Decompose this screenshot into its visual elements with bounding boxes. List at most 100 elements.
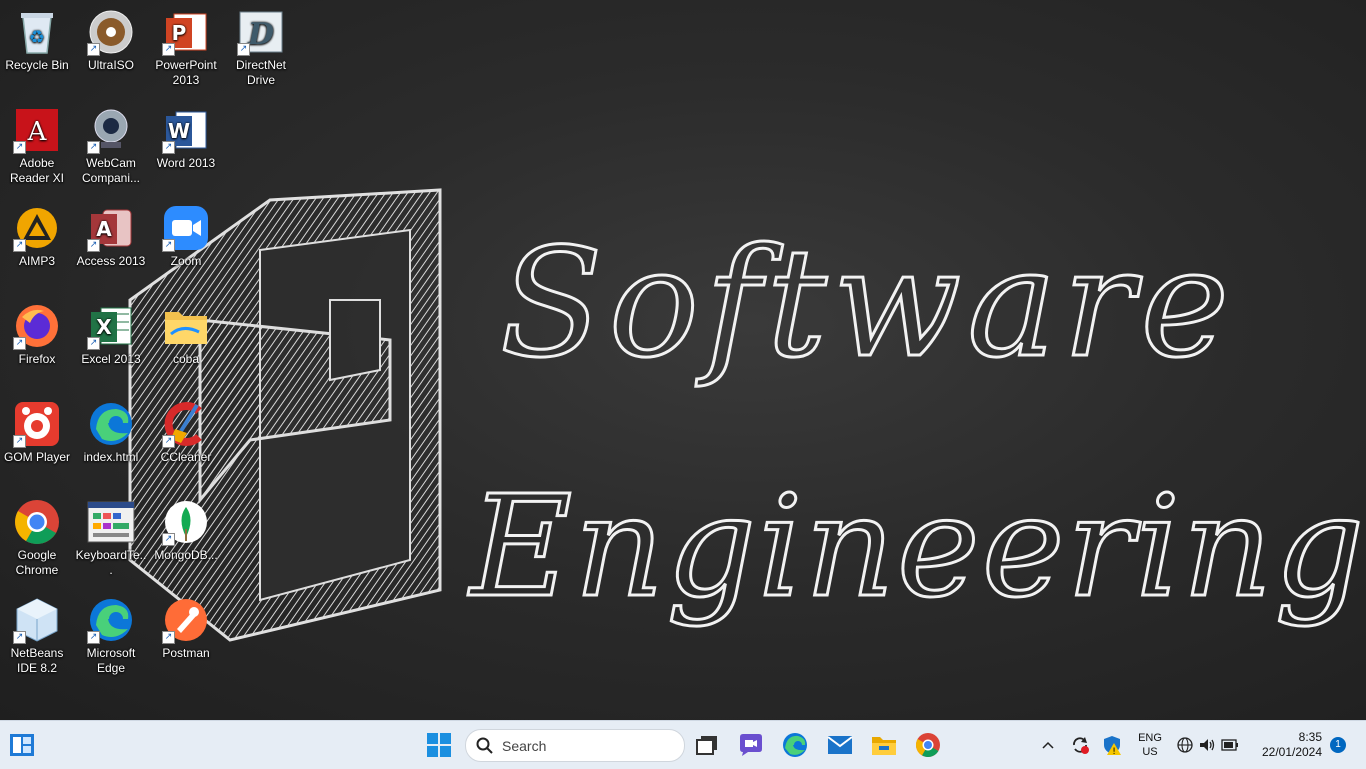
shortcut-arrow-icon: ↗ <box>162 435 175 448</box>
clock-time: 8:35 <box>1298 730 1322 744</box>
task-view-button[interactable] <box>691 729 723 761</box>
shortcut-arrow-icon: ↗ <box>13 337 26 350</box>
clock-date: 22/01/2024 <box>1261 745 1323 759</box>
quick-settings-button[interactable] <box>1176 721 1240 769</box>
chevron-up-icon <box>1042 741 1054 749</box>
svg-text:!: ! <box>1112 747 1116 755</box>
tray-security-button[interactable]: ! <box>1100 721 1124 769</box>
desktop-icon-mongodb[interactable]: ↗ MongoDB... <box>149 490 223 586</box>
svg-text:X: X <box>96 315 112 339</box>
desktop-icon-recycle-bin[interactable]: ♻ Recycle Bin <box>0 0 74 96</box>
shortcut-arrow-icon: ↗ <box>162 141 175 154</box>
taskbar-search[interactable] <box>465 729 685 762</box>
desktop-icon-directnet-drive[interactable]: D ↗ DirectNet Drive <box>224 0 298 96</box>
mongodb-icon: ↗ <box>162 498 210 546</box>
show-hidden-icons-button[interactable] <box>1036 721 1060 769</box>
excel-icon: X ↗ <box>87 302 135 350</box>
taskbar-chrome-button[interactable] <box>912 729 944 761</box>
shortcut-arrow-icon: ↗ <box>13 239 26 252</box>
start-button[interactable] <box>423 729 455 761</box>
widgets-icon <box>10 734 34 756</box>
webcam-icon: ↗ <box>87 106 135 154</box>
windows-logo-icon <box>427 733 451 757</box>
taskbar-chat-button[interactable] <box>735 729 767 761</box>
aimp-icon: ↗ <box>13 204 61 252</box>
sync-icon <box>1073 737 1089 754</box>
desktop-icon-postman[interactable]: ↗ Postman <box>149 588 223 684</box>
desktop-icon-adobe-reader[interactable]: A ↗ Adobe Reader XI <box>0 98 74 194</box>
wallpaper-title-line2: Engineering <box>467 466 1366 629</box>
recycle-bin-icon: ♻ <box>13 8 61 56</box>
postman-icon: ↗ <box>162 596 210 644</box>
keyboard-test-icon <box>87 498 135 546</box>
access-icon: A ↗ <box>87 204 135 252</box>
teams-chat-icon <box>740 734 762 756</box>
desktop-icon-word[interactable]: W ↗ Word 2013 <box>149 98 223 194</box>
notification-center-button[interactable]: 1 <box>1330 721 1346 769</box>
shortcut-arrow-icon: ↗ <box>162 631 175 644</box>
folder-icon <box>872 737 896 755</box>
shortcut-arrow-icon: ↗ <box>87 43 100 56</box>
taskbar-mail-button[interactable] <box>824 729 856 761</box>
desktop-icon-netbeans[interactable]: ↗ NetBeans IDE 8.2 <box>0 588 74 684</box>
svg-text:P: P <box>172 21 187 45</box>
battery-icon <box>1221 739 1238 751</box>
taskbar-file-explorer-button[interactable] <box>868 729 900 761</box>
svg-text:♻: ♻ <box>29 27 45 48</box>
shortcut-arrow-icon: ↗ <box>87 631 100 644</box>
network-globe-icon <box>1177 737 1193 753</box>
desktop-icon-gom-player[interactable]: ↗ GOM Player <box>0 392 74 488</box>
shield-icon: ! <box>1104 736 1121 755</box>
wallpaper-title-line1: Software <box>500 217 1235 391</box>
desktop-icon-excel[interactable]: X ↗ Excel 2013 <box>74 294 148 390</box>
svg-text:A: A <box>96 217 112 241</box>
chrome-icon <box>13 498 61 546</box>
notification-badge: 1 <box>1330 737 1346 753</box>
desktop-icon-google-chrome[interactable]: Google Chrome <box>0 490 74 586</box>
desktop-icon-zoom[interactable]: ↗ Zoom <box>149 196 223 292</box>
desktop-icon-powerpoint[interactable]: P ↗ PowerPoint 2013 <box>149 0 223 96</box>
widgets-button[interactable] <box>6 729 38 761</box>
desktop-icon-ccleaner[interactable]: ↗ CCleaner <box>149 392 223 488</box>
desktop-icon-ultraiso[interactable]: ↗ UltraISO <box>74 0 148 96</box>
desktop-icon-access[interactable]: A ↗ Access 2013 <box>74 196 148 292</box>
edge-icon <box>783 733 807 757</box>
taskbar-edge-button[interactable] <box>779 729 811 761</box>
shortcut-arrow-icon: ↗ <box>162 533 175 546</box>
search-input[interactable] <box>500 736 674 755</box>
shortcut-arrow-icon: ↗ <box>162 43 175 56</box>
adobe-reader-icon: A ↗ <box>13 106 61 154</box>
svg-text:A: A <box>27 117 48 147</box>
desktop-icon-keyboard-test[interactable]: KeyboardTe... <box>74 490 148 586</box>
word-icon: W ↗ <box>162 106 210 154</box>
shortcut-arrow-icon: ↗ <box>13 435 26 448</box>
tray-sync-button[interactable] <box>1068 721 1092 769</box>
language-indicator[interactable]: ENG US <box>1132 721 1168 769</box>
netbeans-icon: ↗ <box>13 596 61 644</box>
chrome-icon <box>915 733 940 758</box>
gom-player-icon: ↗ <box>13 400 61 448</box>
desktop-icon-index-html[interactable]: index.html <box>74 392 148 488</box>
desktop-icon-firefox[interactable]: ↗ Firefox <box>0 294 74 390</box>
firefox-icon: ↗ <box>13 302 61 350</box>
mail-icon <box>827 736 853 754</box>
powerpoint-icon: P ↗ <box>162 8 210 56</box>
shortcut-arrow-icon: ↗ <box>87 337 100 350</box>
clock[interactable]: 8:35 22/01/2024 <box>1252 721 1332 769</box>
shortcut-arrow-icon: ↗ <box>87 239 100 252</box>
directnet-drive-icon: D ↗ <box>237 8 285 56</box>
edge-icon: ↗ <box>87 596 135 644</box>
ccleaner-icon: ↗ <box>162 400 210 448</box>
desktop-icon-coba-folder[interactable]: coba <box>149 294 223 390</box>
desktop[interactable]: Software Engineering ♻ Recycle Bin ↗ Ult… <box>0 0 1366 720</box>
shortcut-arrow-icon: ↗ <box>87 141 100 154</box>
desktop-icon-webcam[interactable]: ↗ WebCam Compani... <box>74 98 148 194</box>
edge-html-icon <box>87 400 135 448</box>
desktop-icon-microsoft-edge[interactable]: ↗ Microsoft Edge <box>74 588 148 684</box>
desktop-icon-aimp[interactable]: ↗ AIMP3 <box>0 196 74 292</box>
svg-text:W: W <box>168 119 190 143</box>
shortcut-arrow-icon: ↗ <box>237 43 250 56</box>
taskbar: ! ENG US 8:35 22/01/2024 1 <box>0 720 1366 769</box>
zoom-icon: ↗ <box>162 204 210 252</box>
folder-icon <box>162 302 210 350</box>
